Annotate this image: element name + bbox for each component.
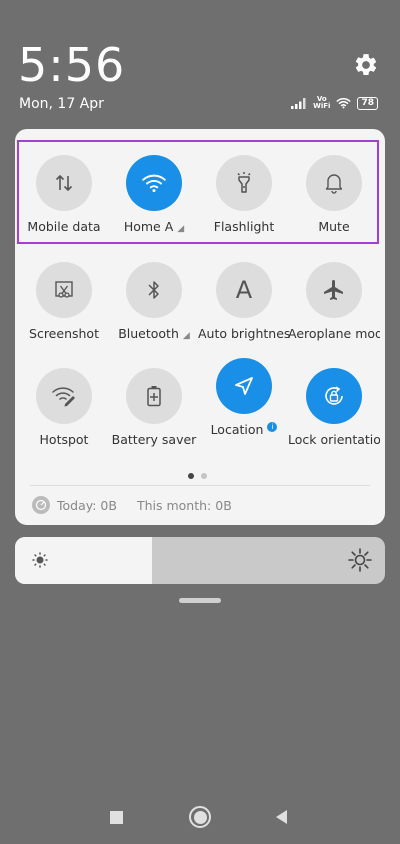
expand-triangle-icon: ◢ xyxy=(182,331,190,341)
auto-brightness-glyph: A xyxy=(235,276,253,304)
gear-icon[interactable] xyxy=(353,52,379,78)
usage-month: This month: 0B xyxy=(136,497,232,513)
tile-lock-orientation[interactable]: Lock orientation xyxy=(288,368,380,447)
battery-saver-icon xyxy=(126,368,182,424)
location-icon xyxy=(216,358,272,414)
info-icon: i xyxy=(267,422,278,432)
recents-button[interactable] xyxy=(110,806,123,824)
page-indicator xyxy=(188,473,207,479)
hotspot-icon xyxy=(36,368,92,424)
tile-label: Auto brightness xyxy=(198,326,290,341)
tile-label: Bluetooth ◢ xyxy=(118,326,190,341)
tile-label: Aeroplane mode xyxy=(288,326,380,341)
status-icons: Vo WiFi 78 xyxy=(291,96,378,110)
tile-battery-saver[interactable]: Battery saver xyxy=(108,368,200,447)
tile-location[interactable]: Location i xyxy=(198,358,290,437)
back-button[interactable] xyxy=(274,806,288,832)
tile-label: Screenshot xyxy=(29,326,99,341)
home-circle-icon xyxy=(189,806,211,828)
vowifi-indicator: Vo WiFi xyxy=(313,95,331,110)
tile-bluetooth[interactable]: Bluetooth ◢ xyxy=(108,262,200,341)
home-button[interactable] xyxy=(189,806,211,828)
screenshot-icon xyxy=(36,262,92,318)
brightness-slider[interactable] xyxy=(15,537,385,584)
tile-label: Location i xyxy=(198,422,290,437)
data-usage-icon xyxy=(32,496,50,514)
auto-brightness-icon: A xyxy=(216,262,272,318)
signal-icon xyxy=(291,97,306,109)
wifi-status-icon xyxy=(336,97,351,109)
lock-orientation-icon xyxy=(306,368,362,424)
date: Mon, 17 Apr xyxy=(19,96,104,112)
clock: 5:56 xyxy=(18,38,126,92)
brightness-low-icon xyxy=(32,552,48,568)
square-icon xyxy=(110,811,123,824)
bluetooth-icon xyxy=(126,262,182,318)
tile-screenshot[interactable]: Screenshot xyxy=(18,262,110,341)
battery-indicator: 78 xyxy=(357,96,378,110)
data-usage[interactable]: Today: 0B This month: 0B xyxy=(32,496,232,514)
usage-today: Today: 0B xyxy=(57,497,117,513)
tile-label: Hotspot xyxy=(39,432,89,447)
highlight-box xyxy=(17,140,379,244)
tile-auto-brightness[interactable]: A Auto brightness xyxy=(198,262,290,341)
back-triangle-icon xyxy=(276,810,287,824)
divider xyxy=(30,485,370,486)
tile-label: Lock orientation xyxy=(288,432,380,447)
panel-drag-handle[interactable] xyxy=(179,598,221,603)
tile-label: Battery saver xyxy=(111,432,197,447)
airplane-icon xyxy=(306,262,362,318)
tile-aeroplane-mode[interactable]: Aeroplane mode xyxy=(288,262,380,341)
page-dot-active xyxy=(188,473,194,479)
brightness-high-icon xyxy=(348,548,372,572)
tile-hotspot[interactable]: Hotspot xyxy=(18,368,110,447)
page-dot[interactable] xyxy=(201,473,207,479)
